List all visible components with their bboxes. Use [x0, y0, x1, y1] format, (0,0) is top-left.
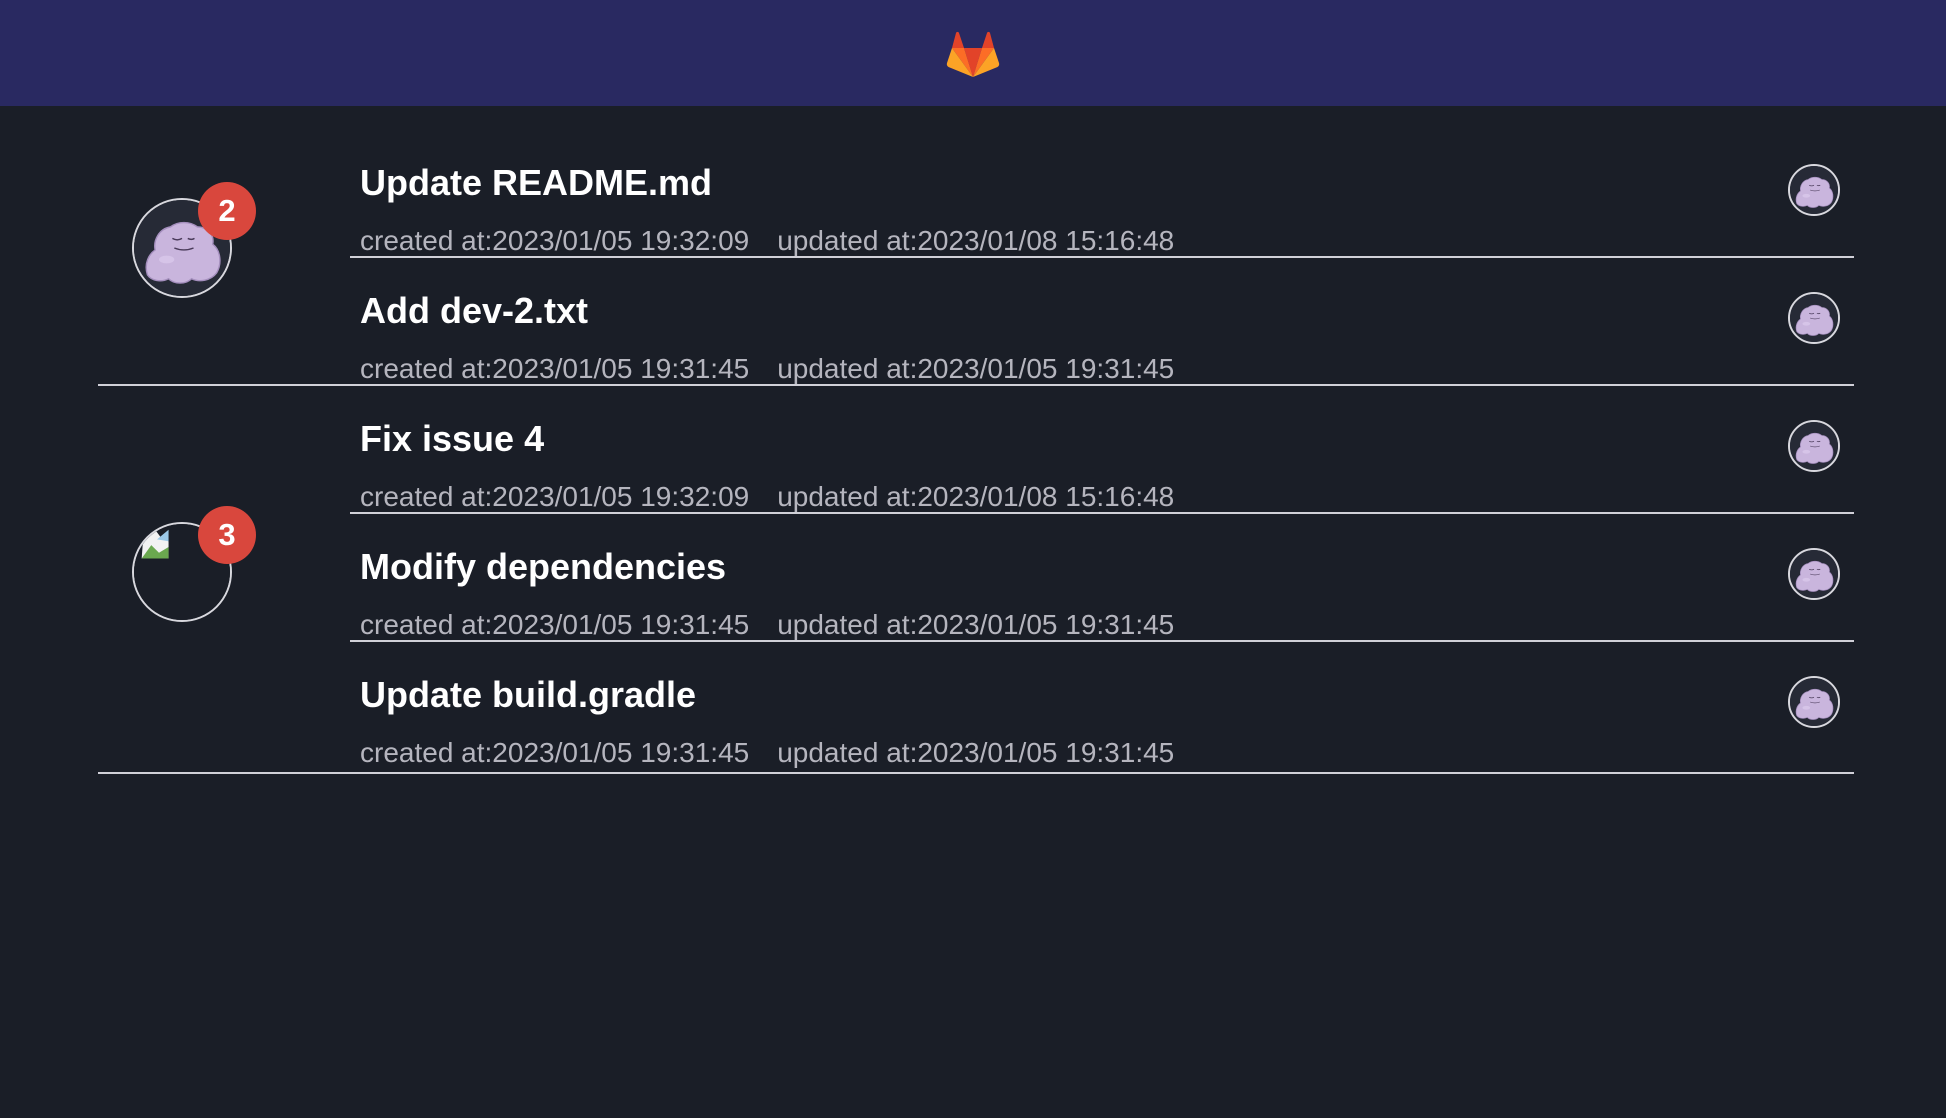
item-title[interactable]: Update build.gradle [360, 674, 696, 716]
mr-group: 3 Fix issue 4 created at:2023/01/05 19:3… [98, 386, 1854, 774]
item-meta: created at:2023/01/05 19:32:09 updated at… [360, 481, 1174, 513]
item-meta: created at:2023/01/05 19:32:09 updated at… [360, 225, 1174, 257]
avatar[interactable] [1788, 420, 1840, 472]
item-list: Update README.md created at:2023/01/05 1… [350, 130, 1854, 386]
avatar[interactable] [1788, 676, 1840, 728]
ditto-avatar-icon [1790, 294, 1838, 342]
list-item[interactable]: Update README.md created at:2023/01/05 1… [350, 130, 1854, 258]
updated-at: updated at:2023/01/05 19:31:45 [777, 353, 1175, 384]
avatar[interactable] [1788, 548, 1840, 600]
item-title[interactable]: Fix issue 4 [360, 418, 544, 460]
created-at: created at:2023/01/05 19:31:45 [360, 737, 750, 768]
top-header [0, 0, 1946, 106]
ditto-avatar-icon [1790, 422, 1838, 470]
ditto-avatar-icon [1790, 678, 1838, 726]
gitlab-logo-icon[interactable] [946, 27, 1000, 79]
mr-group: 2 Update README.md created at:2023/01/05… [98, 130, 1854, 386]
ditto-avatar-icon [1790, 166, 1838, 214]
list-item[interactable]: Update build.gradle created at:2023/01/0… [350, 642, 1854, 770]
item-meta: created at:2023/01/05 19:31:45 updated at… [360, 737, 1174, 769]
count-badge: 2 [198, 182, 256, 240]
avatar[interactable] [1788, 292, 1840, 344]
list-item[interactable]: Modify dependencies created at:2023/01/0… [350, 514, 1854, 642]
created-at: created at:2023/01/05 19:31:45 [360, 609, 750, 640]
group-avatar-container[interactable]: 2 [132, 182, 256, 298]
item-list: Fix issue 4 created at:2023/01/05 19:32:… [350, 386, 1854, 770]
item-title[interactable]: Update README.md [360, 162, 712, 204]
item-title[interactable]: Add dev-2.txt [360, 290, 588, 332]
item-meta: created at:2023/01/05 19:31:45 updated at… [360, 609, 1174, 641]
created-at: created at:2023/01/05 19:32:09 [360, 225, 750, 256]
item-title[interactable]: Modify dependencies [360, 546, 726, 588]
count-badge: 3 [198, 506, 256, 564]
updated-at: updated at:2023/01/05 19:31:45 [777, 737, 1175, 768]
item-meta: created at:2023/01/05 19:31:45 updated at… [360, 353, 1174, 385]
updated-at: updated at:2023/01/08 15:16:48 [777, 225, 1175, 256]
ditto-avatar-icon [1790, 550, 1838, 598]
updated-at: updated at:2023/01/05 19:31:45 [777, 609, 1175, 640]
list-item[interactable]: Fix issue 4 created at:2023/01/05 19:32:… [350, 386, 1854, 514]
created-at: created at:2023/01/05 19:32:09 [360, 481, 750, 512]
created-at: created at:2023/01/05 19:31:45 [360, 353, 750, 384]
group-avatar-container[interactable]: 3 [132, 506, 256, 622]
app-window: 2 Update README.md created at:2023/01/05… [0, 0, 1946, 1118]
list-item[interactable]: Add dev-2.txt created at:2023/01/05 19:3… [350, 258, 1854, 386]
avatar[interactable] [1788, 164, 1840, 216]
updated-at: updated at:2023/01/08 15:16:48 [777, 481, 1175, 512]
